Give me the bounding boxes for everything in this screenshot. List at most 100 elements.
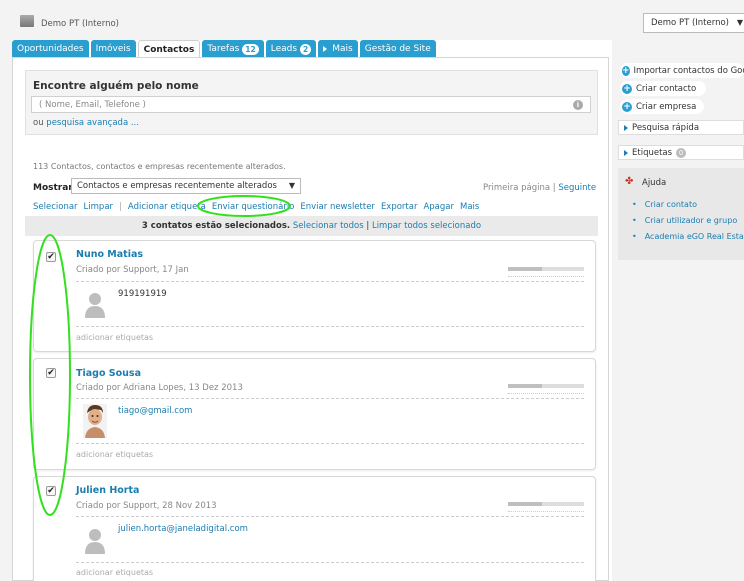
contact-email[interactable]: julien.horta@janeladigital.com <box>118 524 248 534</box>
contact-checkbox[interactable]: ✔ <box>46 252 56 262</box>
create-contact-label: Criar contacto <box>636 83 697 94</box>
plus-icon: + <box>622 83 632 94</box>
contact-meta: Criado por Adriana Lopes, 13 Dez 2013 <box>76 383 243 393</box>
app-icon <box>20 15 34 27</box>
divider <box>76 326 584 327</box>
triangle-right-icon <box>323 46 328 52</box>
delete-link[interactable]: Apagar <box>423 202 454 212</box>
pager: Primeira página | Seguinte <box>483 183 596 193</box>
contact-meta: Criado por Support, 17 Jan <box>76 265 189 275</box>
selection-count: 3 contatos estão selecionados. <box>141 221 291 231</box>
avatar <box>83 290 107 318</box>
tab-mais[interactable]: Mais <box>318 40 358 58</box>
add-tags-link[interactable]: adicionar etiquetas <box>76 450 153 459</box>
progress-bar <box>508 384 584 388</box>
divider <box>76 398 584 399</box>
create-contact-button[interactable]: + Criar contacto <box>620 81 706 96</box>
send-newsletter-link[interactable]: Enviar newsletter <box>300 202 375 212</box>
show-filter-select[interactable]: Contactos e empresas recentemente altera… <box>71 178 301 194</box>
tab-oportunidades[interactable]: Oportunidades <box>12 40 89 58</box>
more-link[interactable]: Mais <box>460 202 479 212</box>
advanced-search-link[interactable]: pesquisa avançada ... <box>46 118 139 128</box>
import-label: Importar contactos do Google <box>633 65 744 76</box>
actions-separator: | <box>119 202 122 212</box>
add-tag-link[interactable]: Adicionar etiqueta <box>128 202 206 212</box>
tab-label: Imóveis <box>95 44 131 54</box>
clear-all-link[interactable]: Limpar todos selecionado <box>372 221 481 231</box>
plus-icon: + <box>622 101 632 112</box>
pager-separator: | <box>552 183 556 193</box>
tab-bar: Oportunidades Imóveis Contactos Tarefas 1… <box>12 40 436 58</box>
account-selector[interactable]: Demo PT (Interno) ▼ <box>643 13 744 33</box>
tab-label: Gestão de Site <box>364 44 431 54</box>
quick-search-toggle[interactable]: Pesquisa rápida <box>618 120 744 135</box>
import-google-button[interactable]: + Importar contactos do Google <box>620 63 744 78</box>
search-heading: Encontre alguém pelo nome <box>33 80 199 92</box>
help-panel <box>618 168 744 260</box>
plus-icon: + <box>622 65 630 76</box>
search-input[interactable]: ( Nome, Email, Telefone ) <box>31 96 591 113</box>
show-label: Mostrar <box>33 183 73 193</box>
tab-leads[interactable]: Leads 2 <box>265 40 317 58</box>
chevron-down-icon: ▼ <box>288 181 295 190</box>
progress-bar <box>508 502 584 506</box>
tab-label: Tarefas <box>207 44 240 54</box>
clear-link[interactable]: Limpar <box>84 202 113 212</box>
contact-name[interactable]: Nuno Matias <box>76 249 143 260</box>
tab-tarefas[interactable]: Tarefas 12 <box>202 40 264 58</box>
tab-label: Leads <box>270 44 298 54</box>
advanced-search-prefix: ou <box>33 118 44 128</box>
contact-name[interactable]: Tiago Sousa <box>76 368 141 379</box>
pager-first[interactable]: Primeira página <box>483 183 550 193</box>
bulk-actions: Selecionar Limpar | Adicionar etiqueta E… <box>33 202 479 212</box>
contact-name[interactable]: Julien Horta <box>76 485 139 496</box>
triangle-right-icon <box>624 124 628 131</box>
selection-separator: | <box>366 221 370 231</box>
divider <box>76 562 584 563</box>
avatar <box>83 526 107 554</box>
tab-contactos[interactable]: Contactos <box>137 40 201 58</box>
select-link[interactable]: Selecionar <box>33 202 78 212</box>
contact-checkbox[interactable]: ✔ <box>46 368 56 378</box>
add-tags-link[interactable]: adicionar etiquetas <box>76 333 153 342</box>
count-badge: 12 <box>242 43 259 55</box>
tab-imoveis[interactable]: Imóveis <box>90 40 136 58</box>
lifebuoy-icon: ✤ <box>625 176 634 187</box>
progress-bar <box>508 267 584 271</box>
select-all-link[interactable]: Selecionar todos <box>293 221 364 231</box>
contact-meta: Criado por Support, 28 Nov 2013 <box>76 501 217 511</box>
chevron-down-icon: ▼ <box>736 18 743 27</box>
app-title: Demo PT (Interno) <box>41 19 119 29</box>
tab-gestao-site[interactable]: Gestão de Site <box>359 40 436 58</box>
export-link[interactable]: Exportar <box>381 202 418 212</box>
create-company-button[interactable]: + Criar empresa <box>620 99 704 114</box>
left-gutter <box>0 40 12 581</box>
quick-search-label: Pesquisa rápida <box>632 122 700 133</box>
divider <box>76 443 584 444</box>
help-link-create-contact[interactable]: Criar contato <box>632 200 697 209</box>
contact-checkbox[interactable]: ✔ <box>46 486 56 496</box>
tab-label: Oportunidades <box>17 44 84 54</box>
triangle-right-icon <box>624 149 628 156</box>
tags-label: Etiquetas <box>632 147 673 158</box>
count-badge: 2 <box>300 43 312 55</box>
help-title: Ajuda <box>642 178 667 188</box>
create-company-label: Criar empresa <box>636 101 697 112</box>
avatar-photo <box>83 404 107 438</box>
divider <box>508 511 584 512</box>
contact-email[interactable]: tiago@gmail.com <box>118 406 192 416</box>
tags-count-badge: 0 <box>676 147 687 158</box>
info-icon[interactable]: i <box>573 100 583 110</box>
selection-bar: 3 contatos estão selecionados. Seleciona… <box>25 216 598 236</box>
account-label: Demo PT (Interno) <box>651 18 729 28</box>
list-summary: 113 Contactos, contactos e empresas rece… <box>33 162 286 171</box>
show-filter-value: Contactos e empresas recentemente altera… <box>77 181 277 191</box>
add-tags-link[interactable]: adicionar etiquetas <box>76 568 153 577</box>
tags-toggle[interactable]: Etiquetas 0 <box>618 145 744 160</box>
divider <box>76 281 584 282</box>
help-link-create-user[interactable]: Criar utilizador e grupo <box>632 216 738 225</box>
pager-next[interactable]: Seguinte <box>558 183 596 193</box>
help-link-academy[interactable]: Academia eGO Real Estate <box>632 232 744 241</box>
send-survey-link[interactable]: Enviar questionário <box>212 202 295 212</box>
divider <box>508 276 584 277</box>
